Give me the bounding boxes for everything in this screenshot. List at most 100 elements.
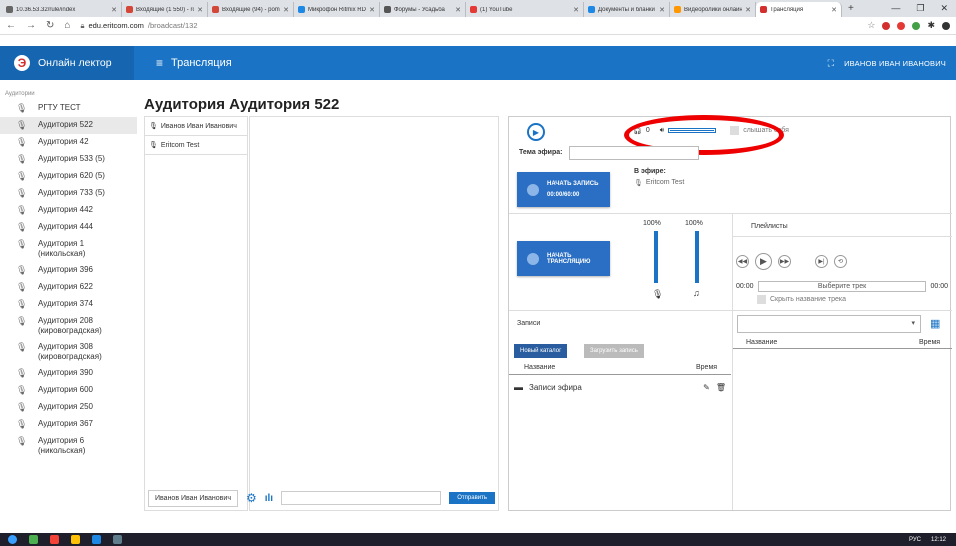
playlist-tab[interactable]: Плейлисты bbox=[751, 223, 788, 230]
app-header: Э Онлайн лектор ≡ Трансляция ⛶ ИВАНОВ ИВ… bbox=[0, 46, 956, 80]
sidebar-item[interactable]: 🎙︎ РГТУ ТЕСТ bbox=[0, 100, 137, 117]
sidebar-item[interactable]: 🎙︎ Аудитория 522 bbox=[0, 117, 137, 134]
edit-icon[interactable]: ✎ bbox=[703, 383, 710, 392]
sidebar-item[interactable]: 🎙︎ Аудитория 308 (кировоградская) bbox=[0, 339, 137, 365]
participant-item[interactable]: 🎙︎ Eritcom Test bbox=[145, 136, 247, 155]
mic-icon: 🎙︎ bbox=[16, 342, 28, 352]
taskbar-app-icon[interactable] bbox=[113, 535, 122, 544]
sidebar-item[interactable]: 🎙︎ Аудитория 367 bbox=[0, 416, 137, 433]
browser-tab[interactable]: Входящие (1 550) - roc ✕ bbox=[122, 2, 208, 17]
menu-icon[interactable]: ≡ bbox=[156, 56, 163, 70]
music-level-bar[interactable] bbox=[695, 231, 699, 283]
sidebar-item[interactable]: 🎙︎ Аудитория 42 bbox=[0, 134, 137, 151]
close-window-icon[interactable]: ✕ bbox=[940, 3, 948, 14]
new-tab-icon[interactable]: + bbox=[842, 3, 854, 17]
sidebar-item[interactable]: 🎙︎ Аудитория 442 bbox=[0, 202, 137, 219]
taskbar-app-icon[interactable] bbox=[71, 535, 80, 544]
new-catalog-button[interactable]: Новый каталог bbox=[514, 344, 568, 358]
playlist-select[interactable]: ▾ bbox=[737, 315, 921, 333]
back-icon[interactable]: ← bbox=[6, 20, 16, 31]
tray-lang[interactable]: РУС bbox=[909, 537, 921, 543]
track-select[interactable]: Выберите трек bbox=[757, 281, 927, 292]
browser-tab[interactable]: 10.36.53.32/rule/index ✕ bbox=[2, 2, 122, 17]
tab-close-icon[interactable]: ✕ bbox=[111, 6, 117, 14]
grid-icon[interactable]: ▦ bbox=[930, 317, 940, 330]
sidebar: Аудитории 🎙︎ РГТУ ТЕСТ 🎙︎ Аудитория 522 🎙︎ Ау… bbox=[0, 88, 137, 533]
fast-forward-icon[interactable]: ▶▶ bbox=[778, 255, 791, 268]
tab-close-icon[interactable]: ✕ bbox=[197, 6, 203, 14]
taskbar-app-icon[interactable] bbox=[29, 535, 38, 544]
sidebar-item[interactable]: 🎙︎ Аудитория 390 bbox=[0, 365, 137, 382]
sidebar-item[interactable]: 🎙︎ Аудитория 444 bbox=[0, 219, 137, 236]
shield-extension-icon[interactable] bbox=[912, 21, 921, 30]
browser-tab[interactable]: Форумы - Усадьба ✕ bbox=[380, 2, 466, 17]
records-tab[interactable]: Записи bbox=[517, 320, 540, 327]
start-record-button[interactable]: НАЧАТЬ ЗАПИСЬ 00:00/60:00 bbox=[517, 172, 610, 207]
sidebar-item[interactable]: 🎙︎ Аудитория 533 (5) bbox=[0, 151, 137, 168]
participant-item[interactable]: 🎙︎ Иванов Иван Иванович bbox=[145, 117, 247, 136]
tray-clock[interactable]: 12:12 bbox=[931, 537, 946, 543]
play-icon[interactable]: ▶ bbox=[755, 253, 772, 270]
sidebar-item-label: Аудитория 374 bbox=[38, 299, 93, 308]
chat-user-select[interactable]: Иванов Иван Иванович bbox=[148, 489, 238, 507]
chart-icon[interactable]: ılı bbox=[265, 493, 273, 504]
sidebar-item[interactable]: 🎙︎ Аудитория 396 bbox=[0, 262, 137, 279]
sidebar-item[interactable]: 🎙︎ Аудитория 250 bbox=[0, 399, 137, 416]
sidebar-item[interactable]: 🎙︎ Аудитория 600 bbox=[0, 382, 137, 399]
opera-icon[interactable] bbox=[897, 21, 906, 30]
browser-tab[interactable]: (1) YouTube ✕ bbox=[466, 2, 584, 17]
browser-tab[interactable]: Видеоролики онлайн ✕ bbox=[670, 2, 756, 17]
sidebar-item[interactable]: 🎙︎ Аудитория 733 (5) bbox=[0, 185, 137, 202]
sidebar-item[interactable]: 🎙︎ Аудитория 374 bbox=[0, 296, 137, 313]
mic-level-bar[interactable] bbox=[654, 231, 658, 283]
home-icon[interactable]: ⌂ bbox=[64, 20, 70, 31]
tab-close-icon[interactable]: ✕ bbox=[659, 6, 665, 14]
browser-tab[interactable]: Микрофон Ritmix RDM ✕ bbox=[294, 2, 380, 17]
puzzle-icon[interactable]: ✱ bbox=[927, 20, 935, 31]
minimize-icon[interactable]: — bbox=[891, 3, 900, 14]
url-path: /broadcast/132 bbox=[147, 21, 198, 30]
forward-icon[interactable]: → bbox=[26, 20, 36, 31]
repeat-icon[interactable]: ⟲ bbox=[834, 255, 847, 268]
chat-message-input[interactable] bbox=[281, 491, 442, 505]
record-folder-row[interactable]: ▬ Записи эфира ✎ 🗑︎ bbox=[514, 382, 726, 392]
tab-close-icon[interactable]: ✕ bbox=[455, 6, 461, 14]
tab-close-icon[interactable]: ✕ bbox=[369, 6, 375, 14]
extension-red-icon[interactable] bbox=[882, 21, 891, 30]
tab-close-icon[interactable]: ✕ bbox=[283, 6, 289, 14]
sidebar-item[interactable]: 🎙︎ Аудитория 6 (никольская) bbox=[0, 433, 137, 459]
tab-close-icon[interactable]: ✕ bbox=[831, 6, 837, 14]
tab-close-icon[interactable]: ✕ bbox=[745, 6, 751, 14]
start-icon[interactable] bbox=[8, 535, 17, 544]
user-name[interactable]: ИВАНОВ ИВАН ИВАНОВИЧ bbox=[844, 59, 946, 68]
reload-icon[interactable]: ↻ bbox=[46, 20, 54, 31]
topic-input[interactable] bbox=[569, 146, 699, 160]
sidebar-item[interactable]: 🎙︎ Аудитория 622 bbox=[0, 279, 137, 296]
sidebar-item[interactable]: 🎙︎ Аудитория 1 (никольская) bbox=[0, 236, 137, 262]
trash-icon[interactable]: 🗑︎ bbox=[716, 383, 726, 392]
maximize-icon[interactable]: ❐ bbox=[916, 3, 924, 14]
sidebar-item[interactable]: 🎙︎ Аудитория 208 (кировоградская) bbox=[0, 313, 137, 339]
profile-icon[interactable] bbox=[942, 21, 950, 30]
taskbar-app-icon[interactable] bbox=[50, 535, 59, 544]
gear-icon[interactable]: ⚙ bbox=[246, 491, 257, 505]
play-icon[interactable]: ▶ bbox=[527, 123, 545, 141]
start-broadcast-button[interactable]: НАЧАТЬ ТРАНСЛЯЦИЮ bbox=[517, 241, 610, 276]
hide-track-checkbox[interactable] bbox=[757, 295, 766, 304]
fullscreen-icon[interactable]: ⛶ bbox=[828, 58, 835, 69]
browser-tab[interactable]: Документы и бланки ✕ bbox=[584, 2, 670, 17]
star-icon[interactable]: ☆ bbox=[867, 20, 875, 31]
folder-icon: ▬ bbox=[514, 382, 523, 392]
url-field[interactable]: 🔒︎ edu.eritcom.com/broadcast/132 bbox=[80, 21, 857, 31]
taskbar-app-icon[interactable] bbox=[92, 535, 101, 544]
upload-record-button[interactable]: Загрузить запись bbox=[584, 344, 644, 358]
brand[interactable]: Э Онлайн лектор bbox=[0, 46, 134, 80]
next-track-icon[interactable]: ▶| bbox=[815, 255, 828, 268]
tray: РУС 12:12 bbox=[909, 537, 946, 543]
browser-tab[interactable]: Входящие (94) - pomel ✕ bbox=[208, 2, 294, 17]
sidebar-item[interactable]: 🎙︎ Аудитория 620 (5) bbox=[0, 168, 137, 185]
send-button[interactable]: Отправить bbox=[449, 492, 495, 504]
tab-close-icon[interactable]: ✕ bbox=[573, 6, 579, 14]
browser-tab[interactable]: Трансляция ✕ bbox=[756, 2, 842, 17]
rewind-icon[interactable]: ◀◀ bbox=[736, 255, 749, 268]
